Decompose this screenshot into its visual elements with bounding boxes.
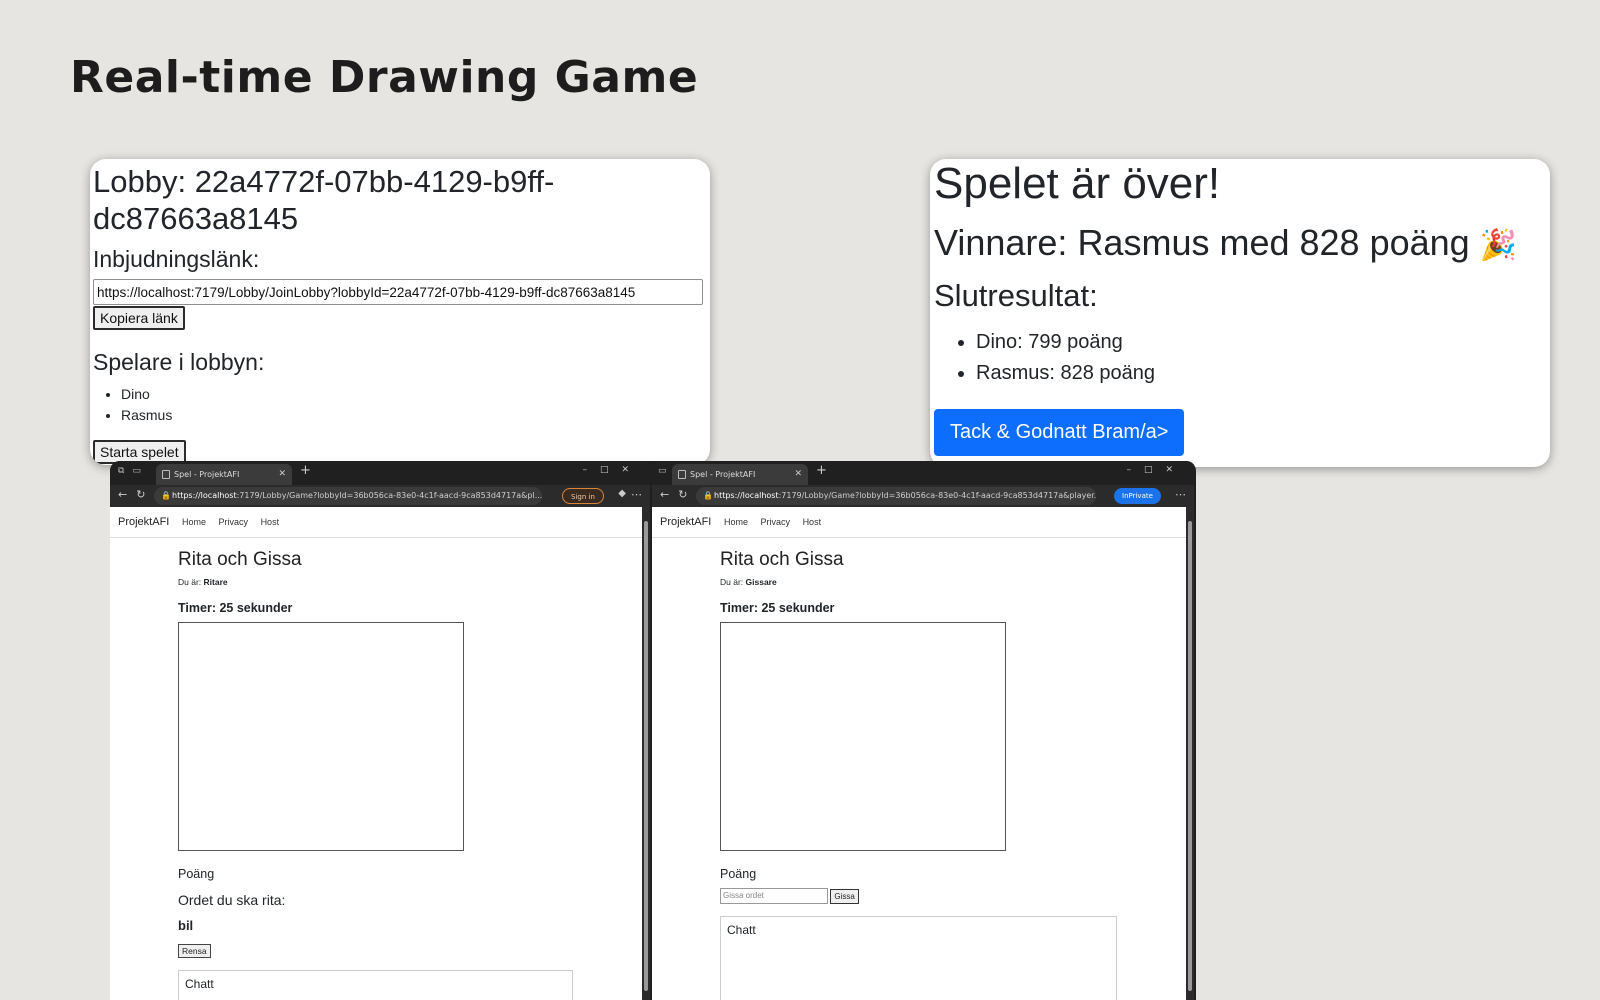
score-list: Dino: 799 poäng Rasmus: 828 poäng	[976, 327, 1546, 389]
copilot-icon[interactable]: ◆	[618, 488, 626, 499]
game-title: Rita och Gissa	[178, 549, 302, 570]
nav-links: Home Privacy Host	[724, 517, 831, 527]
brand-link[interactable]: ProjektAFI	[118, 516, 169, 528]
lock-icon: 🔒	[161, 491, 171, 500]
close-icon[interactable]: ✕	[278, 464, 286, 485]
site-navbar: ProjektAFI Home Privacy Host	[652, 507, 1186, 538]
chat-title: Chatt	[727, 923, 756, 937]
role-text: Du är: Ritare	[178, 577, 228, 587]
scrollbar[interactable]	[1186, 507, 1194, 1000]
word-label: Ordet du ska rita:	[178, 892, 286, 908]
role-text: Du är: Gissare	[720, 577, 777, 587]
browser-tab[interactable]: Spel - ProjektAFI ✕	[672, 464, 808, 485]
list-item: Dino	[121, 384, 707, 405]
scrollbar-thumb[interactable]	[1188, 521, 1192, 991]
lobby-card: Lobby: 22a4772f-07bb-4129-b9ff-dc87663a8…	[90, 159, 710, 465]
timer-text: Timer: 25 sekunder	[178, 601, 293, 615]
address-bar: ←↻ 🔒 https://localhost:7179/Lobby/Game?l…	[110, 485, 650, 507]
players-title: Spelare i lobbyn:	[93, 349, 265, 375]
url-field[interactable]: 🔒 https://localhost:7179/Lobby/Game?lobb…	[696, 487, 1096, 505]
word-to-draw: bil	[178, 918, 194, 933]
nav-host[interactable]: Host	[803, 517, 822, 527]
winner-text: Vinnare: Rasmus med 828 poäng 🎉	[934, 222, 1546, 267]
invite-link-input[interactable]	[93, 279, 703, 305]
sign-in-button[interactable]: Sign in	[562, 488, 604, 504]
chat-box: Chatt	[178, 970, 573, 1000]
close-icon[interactable]: ✕	[794, 464, 802, 485]
lobby-heading: Lobby: 22a4772f-07bb-4129-b9ff-dc87663a8…	[93, 164, 555, 236]
browser-window-guesser: ▭ Spel - ProjektAFI ✕ + –□✕ ←↻ 🔒 https:/…	[652, 461, 1194, 1000]
game-over-title: Spelet är över!	[934, 159, 1221, 208]
game-content: Rita och Gissa Du är: Gissare Timer: 25 …	[720, 549, 1117, 1000]
chat-box: Chatt	[720, 916, 1117, 1000]
tab-bar: ▭ Spel - ProjektAFI ✕ + –□✕	[652, 461, 1194, 485]
back-refresh-icons[interactable]: ←↻	[660, 488, 696, 501]
back-refresh-icons[interactable]: ←↻	[118, 488, 154, 501]
scrollbar-thumb[interactable]	[644, 521, 648, 991]
winner-label: Vinnare: Rasmus med 828 poäng	[934, 222, 1470, 263]
game-title: Rita och Gissa	[720, 549, 844, 570]
url-field[interactable]: 🔒 https://localhost:7179/Lobby/Game?lobb…	[154, 487, 542, 505]
window-controls[interactable]: –□✕	[1126, 465, 1186, 475]
guess-input[interactable]: Gissa ordet	[720, 888, 828, 904]
window-menu-icon[interactable]: ⧉▭	[118, 466, 149, 476]
chat-title: Chatt	[185, 977, 214, 991]
list-item: Rasmus: 828 poäng	[976, 358, 1546, 389]
browser-tab[interactable]: Spel - ProjektAFI ✕	[156, 464, 292, 485]
party-popper-icon: 🎉	[1479, 229, 1518, 262]
nav-home[interactable]: Home	[182, 517, 206, 527]
points-label: Poäng	[178, 867, 215, 881]
drawing-canvas	[720, 622, 1006, 851]
new-tab-icon[interactable]: +	[300, 463, 311, 478]
tab-bar: ⧉▭ Spel - ProjektAFI ✕ + –□✕	[110, 461, 650, 485]
drawing-canvas[interactable]	[178, 622, 464, 851]
new-tab-icon[interactable]: +	[816, 463, 827, 478]
lock-icon: 🔒	[703, 491, 713, 500]
list-item: Dino: 799 poäng	[976, 327, 1546, 358]
final-results-title: Slutresultat:	[934, 278, 1098, 313]
browser-screenshots: ⧉▭ Spel - ProjektAFI ✕ + –□✕ ←↻ 🔒 https:…	[110, 461, 1196, 1000]
nav-privacy[interactable]: Privacy	[761, 517, 791, 527]
window-controls[interactable]: –□✕	[582, 465, 642, 475]
scrollbar[interactable]	[642, 507, 650, 1000]
player-list: Dino Rasmus	[121, 384, 707, 426]
page-viewport: ProjektAFI Home Privacy Host Rita och Gi…	[652, 507, 1186, 1000]
game-content: Rita och Gissa Du är: Ritare Timer: 25 s…	[178, 549, 573, 1000]
page-title: Real-time Drawing Game	[70, 52, 699, 103]
site-navbar: ProjektAFI Home Privacy Host	[110, 507, 642, 538]
result-card: Spelet är över! Vinnare: Rasmus med 828 …	[930, 159, 1550, 467]
browser-window-drawer: ⧉▭ Spel - ProjektAFI ✕ + –□✕ ←↻ 🔒 https:…	[110, 461, 650, 1000]
guess-button[interactable]: Gissa	[830, 888, 859, 904]
inprivate-badge[interactable]: InPrivate	[1114, 488, 1161, 504]
nav-privacy[interactable]: Privacy	[219, 517, 249, 527]
page-icon	[678, 470, 686, 479]
more-icon[interactable]: ⋯	[1175, 488, 1186, 501]
list-item: Rasmus	[121, 405, 707, 426]
invite-label: Inbjudningslänk:	[93, 246, 260, 272]
brand-link[interactable]: ProjektAFI	[660, 516, 711, 528]
nav-host[interactable]: Host	[261, 517, 280, 527]
copy-link-button[interactable]: Kopiera länk	[93, 306, 185, 330]
nav-home[interactable]: Home	[724, 517, 748, 527]
thanks-button[interactable]: Tack & Godnatt Bram/a>	[934, 409, 1185, 456]
page-icon	[162, 470, 170, 479]
more-icon[interactable]: ⋯	[631, 488, 642, 501]
clear-button[interactable]: Rensa	[178, 944, 211, 958]
tab-title: Spel - ProjektAFI	[690, 470, 756, 479]
address-bar: ←↻ 🔒 https://localhost:7179/Lobby/Game?l…	[652, 485, 1194, 507]
nav-links: Home Privacy Host	[182, 517, 289, 527]
guess-row: Gissa ordet Gissa	[720, 888, 1117, 904]
timer-text: Timer: 25 sekunder	[720, 601, 835, 615]
page-viewport: ProjektAFI Home Privacy Host Rita och Gi…	[110, 507, 642, 1000]
points-label: Poäng	[720, 867, 757, 881]
tab-title: Spel - ProjektAFI	[174, 470, 240, 479]
